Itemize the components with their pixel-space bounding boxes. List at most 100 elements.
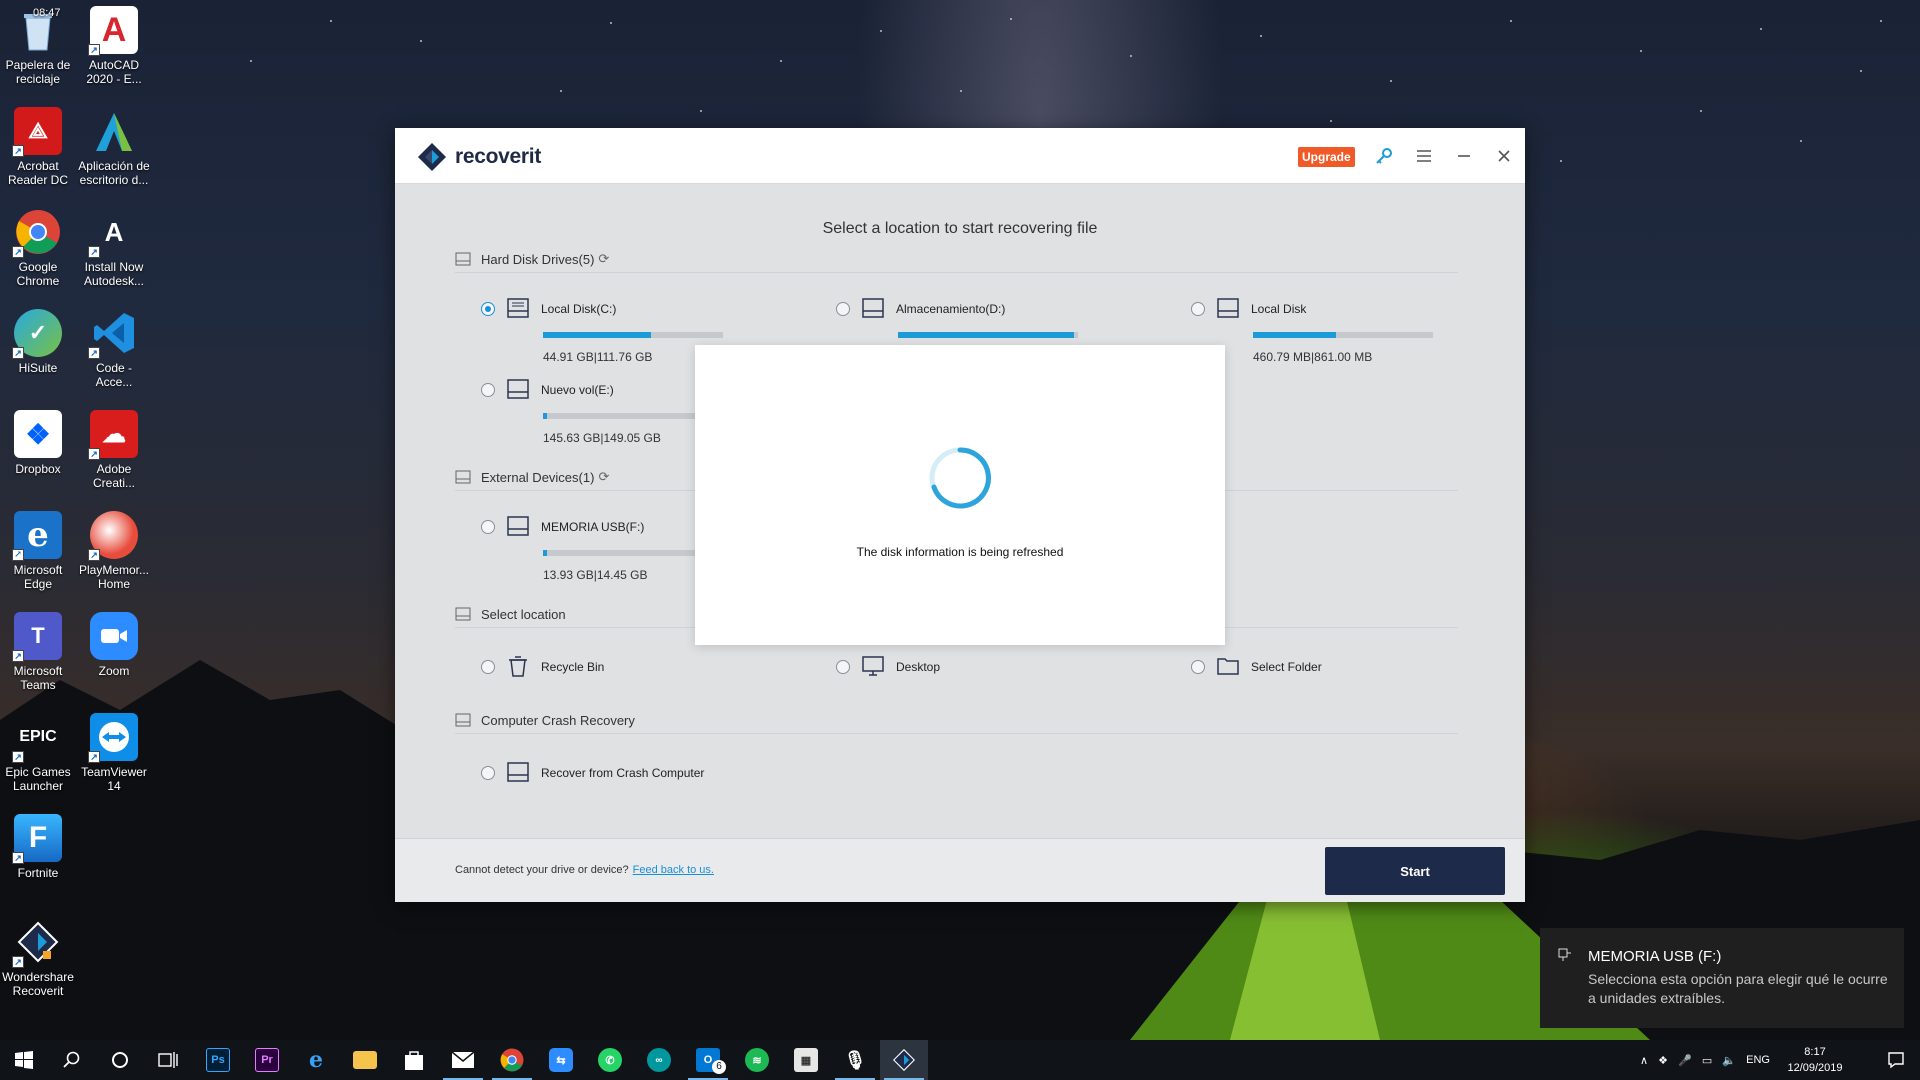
taskbar-edge[interactable]: e bbox=[292, 1040, 340, 1080]
language-indicator[interactable]: ENG bbox=[1746, 1054, 1770, 1066]
desktop-icon-zoom[interactable]: Zoom bbox=[76, 606, 152, 706]
desktop-icon-recoverit[interactable]: ↗ Wondershare Recoverit bbox=[0, 912, 76, 1012]
volume-icon[interactable]: 🔈 bbox=[1722, 1054, 1736, 1067]
desktop-icon-label: Microsoft Edge bbox=[13, 563, 63, 591]
drive-usage-bar bbox=[543, 332, 723, 338]
desktop-icon-vscode[interactable]: ↗ Code - Acce... bbox=[76, 303, 152, 403]
taskbar-premiere[interactable]: Pr bbox=[243, 1040, 291, 1080]
location-radio[interactable] bbox=[481, 660, 495, 674]
network-icon[interactable]: ▭ bbox=[1702, 1054, 1712, 1067]
desktop-icon-epic-games[interactable]: EPIC ↗ Epic Games Launcher bbox=[0, 707, 76, 807]
taskbar-spotify[interactable]: ≋ bbox=[733, 1040, 781, 1080]
drive-radio[interactable] bbox=[481, 383, 495, 397]
location-select-folder[interactable]: Select Folder bbox=[1191, 658, 1431, 682]
drive-radio[interactable] bbox=[1191, 302, 1205, 316]
desktop-icon-label: Microsoft Teams bbox=[13, 664, 63, 692]
drive-radio[interactable] bbox=[481, 520, 495, 534]
taskbar-photoshop[interactable]: Ps bbox=[194, 1040, 242, 1080]
search-icon bbox=[63, 1051, 80, 1068]
desktop-icon-fortnite[interactable]: F ↗ Fortnite bbox=[0, 808, 76, 908]
desktop-icon-hisuite[interactable]: ✓ ↗ HiSuite bbox=[0, 303, 76, 403]
taskbar-outlook[interactable]: O 6 bbox=[684, 1040, 732, 1080]
start-button[interactable]: Start bbox=[1325, 847, 1505, 895]
usb-notification[interactable]: MEMORIA USB (F:) Selecciona esta opción … bbox=[1540, 928, 1904, 1028]
location-recycle-bin[interactable]: Recycle Bin bbox=[481, 656, 721, 682]
task-view-icon bbox=[158, 1052, 178, 1068]
loading-spinner-icon bbox=[929, 447, 992, 509]
desktop-icon-acrobat[interactable]: ⟁ ↗ Acrobat Reader DC bbox=[0, 101, 76, 201]
action-center-button[interactable] bbox=[1872, 1040, 1920, 1080]
desktop-icon-label: Wondershare Recoverit bbox=[2, 970, 74, 998]
acrobat-icon: ⟁ ↗ bbox=[12, 107, 62, 157]
taskbar-clock[interactable]: 8:17 12/09/2019 bbox=[1780, 1044, 1850, 1076]
drive-local-disk-c[interactable]: Local Disk(C:) 44.91 GB|111.76 GB bbox=[481, 298, 723, 380]
desktop-icon-dropbox[interactable]: ❖ Dropbox bbox=[0, 404, 76, 504]
minimize-icon[interactable] bbox=[1452, 144, 1476, 168]
start-button-taskbar[interactable] bbox=[0, 1040, 48, 1080]
windows-icon bbox=[15, 1051, 33, 1069]
desktop-icon-label: HiSuite bbox=[18, 361, 58, 375]
desktop-icon-autodesk-install[interactable]: A ↗ Install Now Autodesk... bbox=[76, 202, 152, 302]
section-title: Computer Crash Recovery bbox=[481, 712, 635, 728]
crash-recovery-radio[interactable] bbox=[481, 766, 495, 780]
desktop-icon-label: Papelera de reciclaje bbox=[5, 58, 71, 86]
wallpaper-star bbox=[1390, 80, 1392, 82]
drive-radio[interactable] bbox=[836, 302, 850, 316]
usb-drive-icon bbox=[507, 516, 529, 536]
location-desktop[interactable]: Desktop bbox=[836, 656, 1076, 682]
key-icon[interactable] bbox=[1372, 144, 1396, 168]
cortana-button[interactable] bbox=[96, 1040, 144, 1080]
menu-icon[interactable] bbox=[1412, 144, 1436, 168]
close-icon[interactable] bbox=[1492, 144, 1516, 168]
drive-memoria-usb-f[interactable]: MEMORIA USB(F:) 13.93 GB|14.45 GB bbox=[481, 516, 723, 598]
taskbar-remote[interactable]: ⇆ bbox=[537, 1040, 585, 1080]
wallpaper-star bbox=[1010, 18, 1012, 20]
drive-local-disk[interactable]: Local Disk 460.79 MB|861.00 MB bbox=[1191, 298, 1433, 380]
drive-size: 13.93 GB|14.45 GB bbox=[543, 568, 648, 582]
hard-disk-icon bbox=[862, 298, 884, 318]
desktop-icon-teamviewer[interactable]: ↗ TeamViewer 14 bbox=[76, 707, 152, 807]
taskbar-calculator[interactable]: ▦ bbox=[782, 1040, 830, 1080]
upgrade-button[interactable]: Upgrade bbox=[1298, 147, 1355, 167]
wallpaper-star bbox=[1860, 70, 1862, 72]
taskbar-store[interactable] bbox=[390, 1040, 438, 1080]
desktop-icon-label: Code - Acce... bbox=[95, 361, 133, 389]
taskbar-mic-app[interactable]: 🎙 bbox=[831, 1040, 879, 1080]
desktop-icon-teams[interactable]: T ↗ Microsoft Teams bbox=[0, 606, 76, 706]
wallpaper-star bbox=[700, 110, 702, 112]
edge-icon: e bbox=[309, 1047, 323, 1073]
fortnite-icon: F ↗ bbox=[12, 814, 62, 864]
desktop-icon-creative-cloud[interactable]: ☁ ↗ Adobe Creati... bbox=[76, 404, 152, 504]
location-radio[interactable] bbox=[1191, 660, 1205, 674]
feedback-link[interactable]: Feed back to us. bbox=[633, 864, 714, 876]
location-radio[interactable] bbox=[836, 660, 850, 674]
desktop-icon-playmemories[interactable]: ↗ PlayMemor... Home bbox=[76, 505, 152, 605]
taskbar-mail[interactable] bbox=[439, 1040, 487, 1080]
taskbar-arduino[interactable]: ∞ bbox=[635, 1040, 683, 1080]
tray-chevron-up-icon[interactable]: ∧ bbox=[1640, 1054, 1648, 1067]
desktop-icon-edge[interactable]: e ↗ Microsoft Edge bbox=[0, 505, 76, 605]
taskbar-file-explorer[interactable] bbox=[341, 1040, 389, 1080]
crash-recovery-item[interactable]: Recover from Crash Computer bbox=[481, 762, 781, 788]
section-title: External Devices(1) bbox=[481, 469, 595, 485]
taskbar-recoverit[interactable] bbox=[880, 1040, 928, 1080]
desktop-icon-chrome[interactable]: ↗ Google Chrome bbox=[0, 202, 76, 302]
drive-name: Nuevo vol(E:) bbox=[541, 383, 614, 397]
desktop-icon-autocad[interactable]: A ↗ AutoCAD 2020 - E... bbox=[76, 0, 152, 100]
search-button[interactable] bbox=[48, 1040, 96, 1080]
refresh-icon[interactable]: ⟳ bbox=[598, 469, 609, 485]
desktop-monitor-icon bbox=[862, 656, 884, 676]
taskbar-chrome[interactable] bbox=[488, 1040, 536, 1080]
task-view-button[interactable] bbox=[144, 1040, 192, 1080]
hard-disk-icon bbox=[507, 379, 529, 399]
recoverit-logo: recoverit bbox=[417, 142, 541, 172]
taskbar-whatsapp[interactable]: ✆ bbox=[586, 1040, 634, 1080]
section-select-location: Select location bbox=[455, 604, 566, 624]
drive-nuevo-vol-e[interactable]: Nuevo vol(E:) 145.63 GB|149.05 GB bbox=[481, 379, 723, 461]
dropbox-tray-icon[interactable]: ❖ bbox=[1658, 1054, 1668, 1067]
microphone-icon[interactable]: 🎤 bbox=[1678, 1054, 1692, 1067]
drive-radio[interactable] bbox=[481, 302, 495, 316]
refresh-icon[interactable]: ⟳ bbox=[598, 251, 609, 267]
wallpaper-star bbox=[250, 60, 252, 62]
desktop-icon-autodesk-app[interactable]: Aplicación de escritorio d... bbox=[76, 101, 152, 201]
